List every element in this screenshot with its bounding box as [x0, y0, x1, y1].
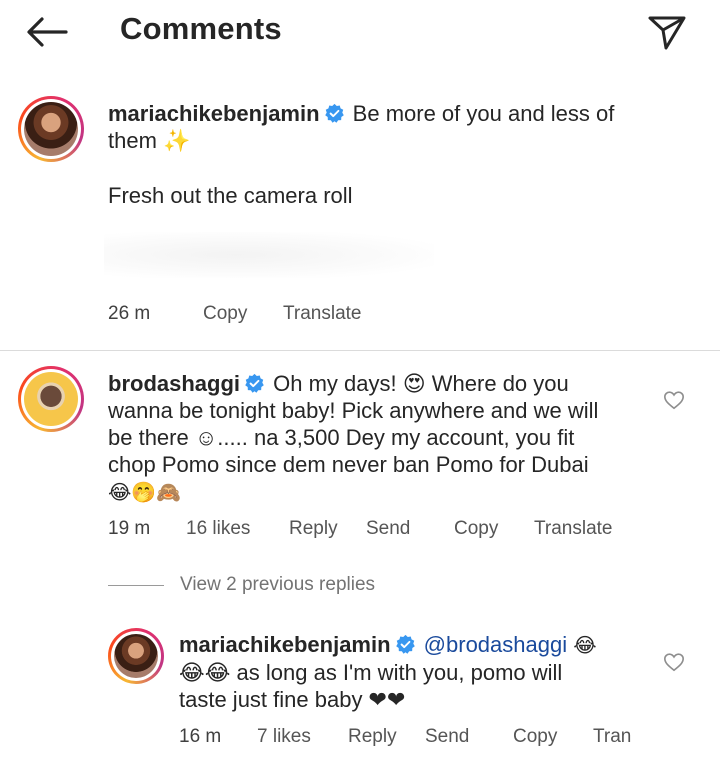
emoji-line: 😂🤭🙈 — [108, 480, 182, 504]
comment-line: wanna be tonight baby! Pick anywhere and… — [108, 398, 599, 423]
timestamp: 26 m — [108, 303, 151, 324]
translate-button[interactable]: Tran — [593, 726, 631, 748]
caption-text: mariachikebenjamin Be more of you and le… — [108, 100, 668, 154]
comment-line: be there ☺..... na 3,500 Dey my account,… — [108, 425, 575, 450]
reply-button[interactable]: Reply — [348, 726, 397, 748]
copy-button[interactable]: Copy — [513, 726, 557, 748]
reply-line: taste just fine baby ❤❤ — [179, 687, 406, 712]
replies-line — [108, 585, 164, 586]
comment-line: chop Pomo since dem never ban Pomo for D… — [108, 452, 589, 477]
translate-button[interactable]: Translate — [534, 518, 613, 540]
copy-button[interactable]: Copy — [203, 303, 247, 325]
reply-text: mariachikebenjamin @brodashaggi 😂 😂😂 as … — [179, 631, 649, 713]
send-button[interactable]: Send — [366, 518, 410, 540]
back-arrow-icon[interactable] — [22, 12, 70, 52]
view-replies-label[interactable]: View 2 previous replies — [180, 574, 375, 596]
timestamp: 16 m — [179, 726, 222, 747]
comment-line: Oh my days! 😍 Where do you — [273, 371, 569, 396]
verified-badge-icon — [395, 634, 415, 654]
top-bar: Comments — [0, 0, 720, 62]
emoji: 😂 — [573, 633, 597, 657]
username[interactable]: mariachikebenjamin — [108, 101, 320, 126]
avatar[interactable] — [108, 628, 164, 684]
verified-badge-icon — [245, 373, 264, 393]
caption-line: Fresh out the camera roll — [108, 183, 353, 208]
send-button[interactable]: Send — [425, 726, 469, 748]
caption-line: them ✨ — [108, 128, 191, 153]
heart-icon[interactable] — [663, 389, 685, 411]
divider — [0, 350, 720, 351]
mention-link[interactable]: @brodashaggi — [424, 632, 567, 657]
reply-line: 😂😂 as long as I'm with you, pomo will — [179, 660, 563, 685]
likes-count[interactable]: 7 likes — [257, 726, 311, 748]
avatar[interactable] — [18, 366, 84, 432]
redacted-area — [104, 232, 434, 278]
timestamp: 19 m — [108, 518, 151, 539]
heart-icon[interactable] — [663, 651, 685, 673]
send-direct-icon[interactable] — [646, 10, 688, 52]
caption-line: Be more of you and less of — [352, 101, 615, 126]
avatar[interactable] — [18, 96, 84, 162]
page-title: Comments — [120, 11, 282, 46]
copy-button[interactable]: Copy — [454, 518, 498, 540]
username[interactable]: mariachikebenjamin — [179, 632, 391, 657]
likes-count[interactable]: 16 likes — [186, 518, 250, 540]
reply-button[interactable]: Reply — [289, 518, 338, 540]
username[interactable]: brodashaggi — [108, 371, 240, 396]
verified-badge-icon — [324, 103, 344, 123]
translate-button[interactable]: Translate — [283, 303, 362, 325]
comment-text: brodashaggi Oh my days! 😍 Where do you w… — [108, 370, 648, 506]
